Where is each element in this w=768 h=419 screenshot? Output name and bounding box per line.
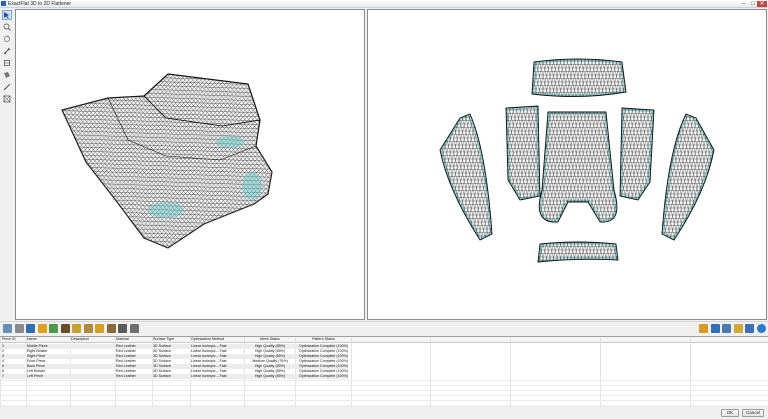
table-cell: 3D Surface <box>153 374 171 378</box>
select-tool-icon <box>4 12 9 19</box>
title-bar[interactable]: ExactFlat 3D to 2D Flattener – □ ✕ <box>0 0 768 8</box>
select-tool-button[interactable] <box>2 10 12 20</box>
seam-tool-icon <box>4 60 10 66</box>
table-grid-line <box>690 337 691 407</box>
column-header[interactable]: Piece ID <box>2 337 26 342</box>
maximize-button[interactable]: □ <box>749 1 757 7</box>
table-cell: Optimization Complete (100%) <box>299 374 348 378</box>
grain-icon[interactable] <box>106 324 116 333</box>
cancel-button[interactable]: Cancel <box>742 409 764 417</box>
zoom-tool-button[interactable] <box>2 22 12 32</box>
window-title: ExactFlat 3D to 2D Flattener <box>8 1 72 7</box>
2d-pattern-pieces <box>439 58 715 263</box>
zoom-tool-icon <box>3 23 11 31</box>
seam-allowance-icon[interactable] <box>60 324 70 333</box>
ok-button[interactable]: OK <box>721 409 739 417</box>
left-toolbar <box>0 8 14 320</box>
close-button[interactable]: ✕ <box>757 1 767 7</box>
print-icon[interactable] <box>722 324 731 333</box>
table-grid-line <box>600 337 601 407</box>
export-icon[interactable] <box>118 324 127 333</box>
pieces-table[interactable]: Piece ID Name Description Material Surface T… <box>0 336 768 407</box>
rotate-tool-button[interactable] <box>2 34 12 44</box>
column-header[interactable]: Mesh Status <box>245 337 295 342</box>
fit-tool-icon <box>3 95 11 103</box>
dialog-button-bar: OK Cancel <box>0 407 768 419</box>
column-header[interactable]: Material <box>116 337 152 342</box>
column-header[interactable]: Optimization Method <box>191 337 244 342</box>
quality-icon[interactable] <box>37 324 47 333</box>
report-icon[interactable] <box>699 324 708 333</box>
pin-tool-button[interactable] <box>2 46 12 56</box>
settings-icon[interactable] <box>129 324 139 333</box>
table-cell: Red Leather <box>116 374 136 378</box>
app-icon <box>1 1 6 6</box>
column-header[interactable]: Surface Type <box>153 337 190 342</box>
fit-tool-button[interactable] <box>2 94 12 104</box>
pin-tool-icon <box>4 47 11 55</box>
table-grid-line <box>430 337 431 407</box>
minimize-button[interactable]: – <box>740 1 748 7</box>
column-header[interactable]: Name <box>27 337 70 342</box>
pattern-icon[interactable] <box>49 324 58 333</box>
2d-pattern-viewport[interactable] <box>367 9 767 320</box>
piece-add-icon[interactable] <box>14 324 24 333</box>
3d-seat-mesh <box>61 73 273 249</box>
3d-viewport[interactable] <box>15 9 365 320</box>
column-header[interactable]: Description <box>71 337 115 342</box>
piece-toolbar <box>0 321 768 335</box>
table-grid-line <box>0 400 768 401</box>
table-grid-line <box>510 337 511 407</box>
column-header[interactable]: Pattern Status <box>296 337 351 342</box>
globe-icon[interactable] <box>710 324 720 333</box>
table-grid-line <box>0 395 768 396</box>
measure-tool-button[interactable] <box>2 82 12 92</box>
table-grid-line <box>0 405 768 406</box>
table-grid-line <box>351 337 352 407</box>
help-icon[interactable] <box>756 324 766 333</box>
seam-tool-button[interactable] <box>2 58 12 68</box>
table-grid-line <box>0 380 768 381</box>
piece-tool-button[interactable] <box>2 70 12 80</box>
table-grid-line <box>0 385 768 386</box>
flattener-window: ExactFlat 3D to 2D Flattener – □ ✕ Piece… <box>0 0 768 419</box>
label-icon[interactable] <box>95 324 104 333</box>
measure-tool-icon <box>3 83 11 91</box>
ruler-icon[interactable] <box>72 324 81 333</box>
table-row[interactable]: 7 Left Piece Red Leather 3D Surface Linear I… <box>0 374 348 379</box>
save-icon[interactable] <box>745 324 754 333</box>
table-cell: Linear Isotropic – Fast <box>191 374 227 378</box>
piece-tool-icon <box>4 72 10 78</box>
rotate-tool-icon <box>3 35 11 43</box>
table-cell: Left Piece <box>27 374 43 378</box>
table-cell: High Quality (85%) <box>254 374 286 378</box>
folder-icon[interactable] <box>733 324 743 333</box>
material-icon[interactable] <box>26 324 35 333</box>
table-cell: 7 <box>2 374 4 378</box>
table-grid-line <box>0 390 768 391</box>
notch-icon[interactable] <box>83 324 93 333</box>
flatten-icon[interactable] <box>3 324 12 333</box>
